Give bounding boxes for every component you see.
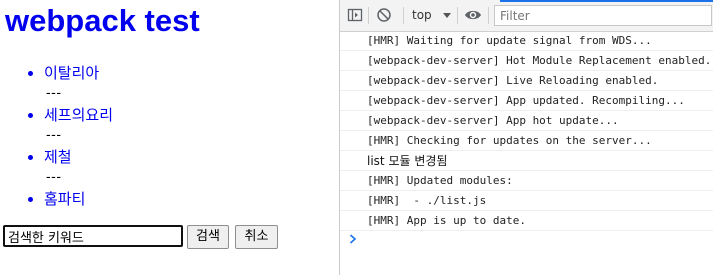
console-message: [webpack-dev-server] App updated. Recomp… bbox=[340, 91, 713, 111]
toolbar-divider bbox=[488, 7, 489, 24]
active-tab-indicator bbox=[500, 0, 713, 2]
sidebar-toggle-icon[interactable] bbox=[347, 7, 363, 23]
menu-item-chef: 세프의요리 --- bbox=[0, 101, 300, 143]
menu-link-italy[interactable]: 이탈리아 bbox=[44, 62, 99, 84]
console-message: [HMR] Updated modules: bbox=[340, 171, 713, 191]
console-message: [HMR] App is up to date. bbox=[340, 211, 713, 231]
bullet-icon bbox=[28, 71, 33, 76]
toolbar-divider bbox=[457, 7, 458, 24]
search-button[interactable]: 검색 bbox=[187, 225, 229, 249]
console-prompt-chevron-icon[interactable] bbox=[349, 234, 357, 244]
console-message: [webpack-dev-server] Hot Module Replacem… bbox=[340, 51, 713, 71]
live-expression-eye-icon[interactable] bbox=[464, 8, 482, 22]
toolbar-divider bbox=[403, 7, 404, 24]
bullet-icon bbox=[28, 113, 33, 118]
menu-item-homeparty: 홈파티 bbox=[0, 185, 300, 227]
menu-separator: --- bbox=[46, 168, 62, 184]
console-message: [HMR] - ./list.js bbox=[340, 191, 713, 211]
menu-separator: --- bbox=[46, 84, 62, 100]
menu-link-chef[interactable]: 세프의요리 bbox=[44, 104, 113, 126]
console-message: list 모듈 변경됨 bbox=[340, 151, 713, 171]
clear-console-icon[interactable] bbox=[376, 7, 392, 23]
chevron-down-icon bbox=[443, 13, 451, 18]
console-message: [HMR] Waiting for update signal from WDS… bbox=[340, 31, 713, 51]
filter-input[interactable] bbox=[494, 5, 712, 26]
search-input[interactable] bbox=[3, 225, 183, 247]
context-label: top bbox=[412, 8, 432, 22]
cancel-button[interactable]: 취소 bbox=[235, 225, 278, 249]
console-message: [webpack-dev-server] App hot update... bbox=[340, 111, 713, 131]
menu-link-homeparty[interactable]: 홈파티 bbox=[44, 188, 85, 210]
menu-link-season[interactable]: 제철 bbox=[44, 146, 72, 168]
bullet-icon bbox=[28, 197, 33, 202]
bullet-icon bbox=[28, 155, 33, 160]
console-message: [HMR] Checking for updates on the server… bbox=[340, 131, 713, 151]
menu-list: 이탈리아 --- 세프의요리 --- 제철 --- 홈파티 bbox=[0, 59, 300, 227]
console-toolbar: top bbox=[340, 0, 713, 32]
console-message: [webpack-dev-server] Live Reloading enab… bbox=[340, 71, 713, 91]
console-messages: [HMR] Waiting for update signal from WDS… bbox=[340, 31, 713, 231]
toolbar-divider bbox=[368, 7, 369, 24]
menu-item-italy: 이탈리아 --- bbox=[0, 59, 300, 101]
context-selector[interactable]: top bbox=[412, 6, 460, 25]
menu-item-season: 제철 --- bbox=[0, 143, 300, 185]
devtools-console-panel: top [HMR] Waiting for update signal from… bbox=[339, 0, 713, 275]
page-title: webpack test bbox=[5, 3, 200, 38]
web-page: webpack test 이탈리아 --- 세프의요리 --- 제철 --- 홈… bbox=[0, 0, 339, 275]
menu-separator: --- bbox=[46, 126, 62, 142]
